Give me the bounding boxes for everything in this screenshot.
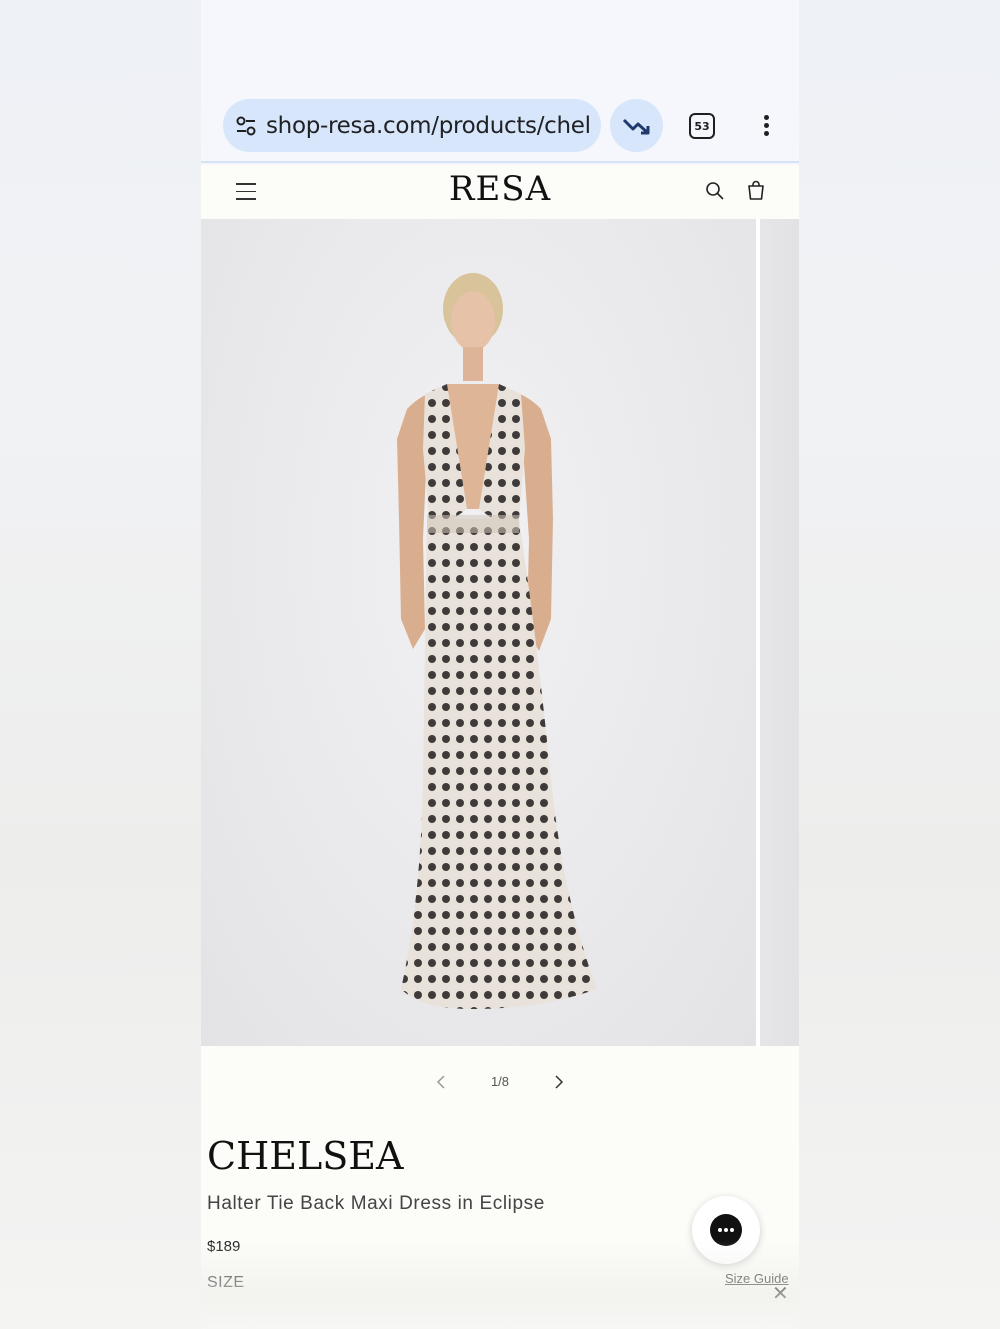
url-text[interactable]: shop-resa.com/products/chel — [266, 113, 591, 139]
trending-down-icon — [622, 118, 649, 134]
search-icon[interactable] — [705, 181, 725, 201]
phone-screen: shop-resa.com/products/chel 53 RESA 1/8 … — [201, 0, 799, 1329]
site-header: RESA — [201, 165, 799, 219]
chevron-right-icon[interactable] — [551, 1074, 565, 1090]
product-info: CHELSEA Halter Tie Back Maxi Dress in Ec… — [201, 1126, 799, 1329]
size-label: SIZE — [207, 1274, 245, 1291]
trending-button[interactable] — [610, 99, 663, 152]
next-photo-peek[interactable] — [760, 219, 799, 1046]
cart-icon[interactable] — [745, 180, 767, 202]
tune-icon[interactable] — [233, 113, 259, 139]
chat-button[interactable] — [692, 1196, 760, 1264]
address-bar[interactable]: shop-resa.com/products/chel — [223, 99, 601, 152]
tabs-icon[interactable]: 53 — [689, 113, 715, 139]
more-vert-icon[interactable] — [756, 112, 776, 140]
gallery-pager: 1/8 — [201, 1046, 799, 1126]
product-photo[interactable] — [201, 219, 756, 1046]
product-price: $189 — [207, 1238, 241, 1255]
product-subtitle: Halter Tie Back Maxi Dress in Eclipse — [207, 1193, 545, 1214]
product-gallery[interactable] — [201, 219, 799, 1046]
close-icon[interactable]: ✕ — [772, 1281, 789, 1305]
product-title: CHELSEA — [207, 1134, 404, 1178]
chat-bubble-icon — [710, 1214, 742, 1246]
gallery-counter: 1/8 — [490, 1074, 510, 1089]
browser-toolbar: shop-resa.com/products/chel 53 — [201, 0, 799, 163]
chevron-left-icon[interactable] — [435, 1074, 449, 1090]
model-dress-illustration — [397, 273, 597, 1009]
